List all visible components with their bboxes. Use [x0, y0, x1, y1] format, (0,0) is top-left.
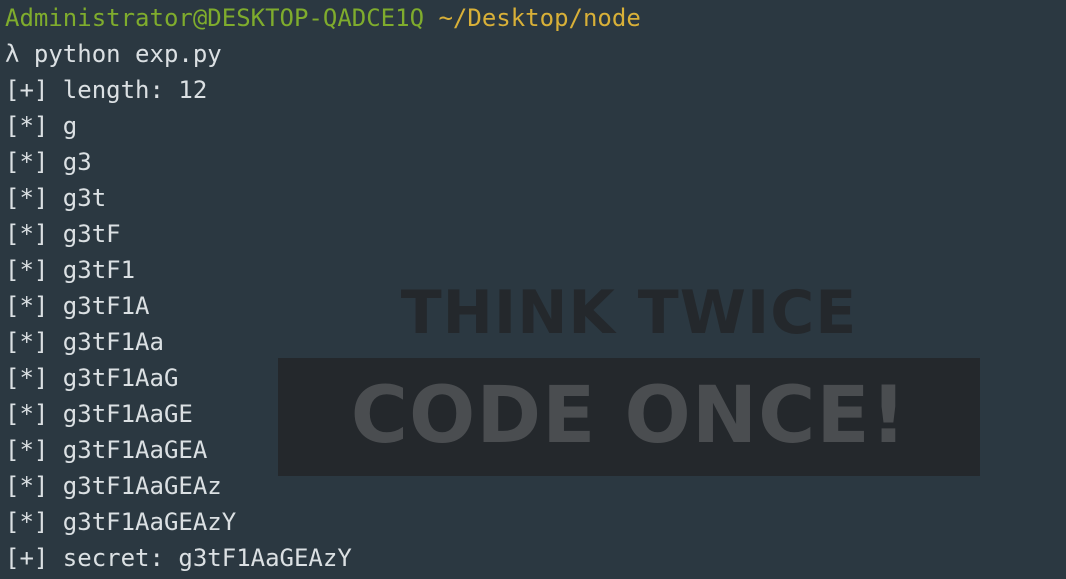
- output-line: [*] g3tF: [5, 220, 121, 248]
- output-line-secret: [+] secret: g3tF1AaGEAzY: [5, 544, 352, 572]
- prompt-line: Administrator@DESKTOP-QADCE1Q ~/Desktop/…: [5, 0, 641, 36]
- output-line: [*] g: [5, 112, 78, 140]
- output-line: [*] g3tF1AaGEA: [5, 436, 208, 464]
- output-line: [*] g3tF1AaGEAzY: [5, 508, 237, 536]
- terminal-window[interactable]: THINK TWICE CODE ONCE! Administrator@DES…: [0, 0, 1066, 579]
- output-line: [*] g3tF1: [5, 256, 136, 284]
- output-line: [*] g3tF1AaGEAz: [5, 472, 222, 500]
- output-line: [*] g3t: [5, 184, 107, 212]
- output-line: [*] g3tF1AaG: [5, 364, 179, 392]
- output-line: [*] g3: [5, 148, 92, 176]
- output-line: [*] g3tF1A: [5, 292, 150, 320]
- output-line: [*] g3tF1Aa: [5, 328, 164, 356]
- terminal-output: Administrator@DESKTOP-QADCE1Q ~/Desktop/…: [5, 0, 641, 576]
- prompt-user-host: Administrator@DESKTOP-QADCE1Q: [5, 4, 425, 32]
- output-line: [+] length: 12: [5, 76, 208, 104]
- prompt-path: ~/Desktop/node: [438, 4, 641, 32]
- output-line: [*] g3tF1AaGE: [5, 400, 193, 428]
- command-line: λ python exp.py: [5, 40, 222, 68]
